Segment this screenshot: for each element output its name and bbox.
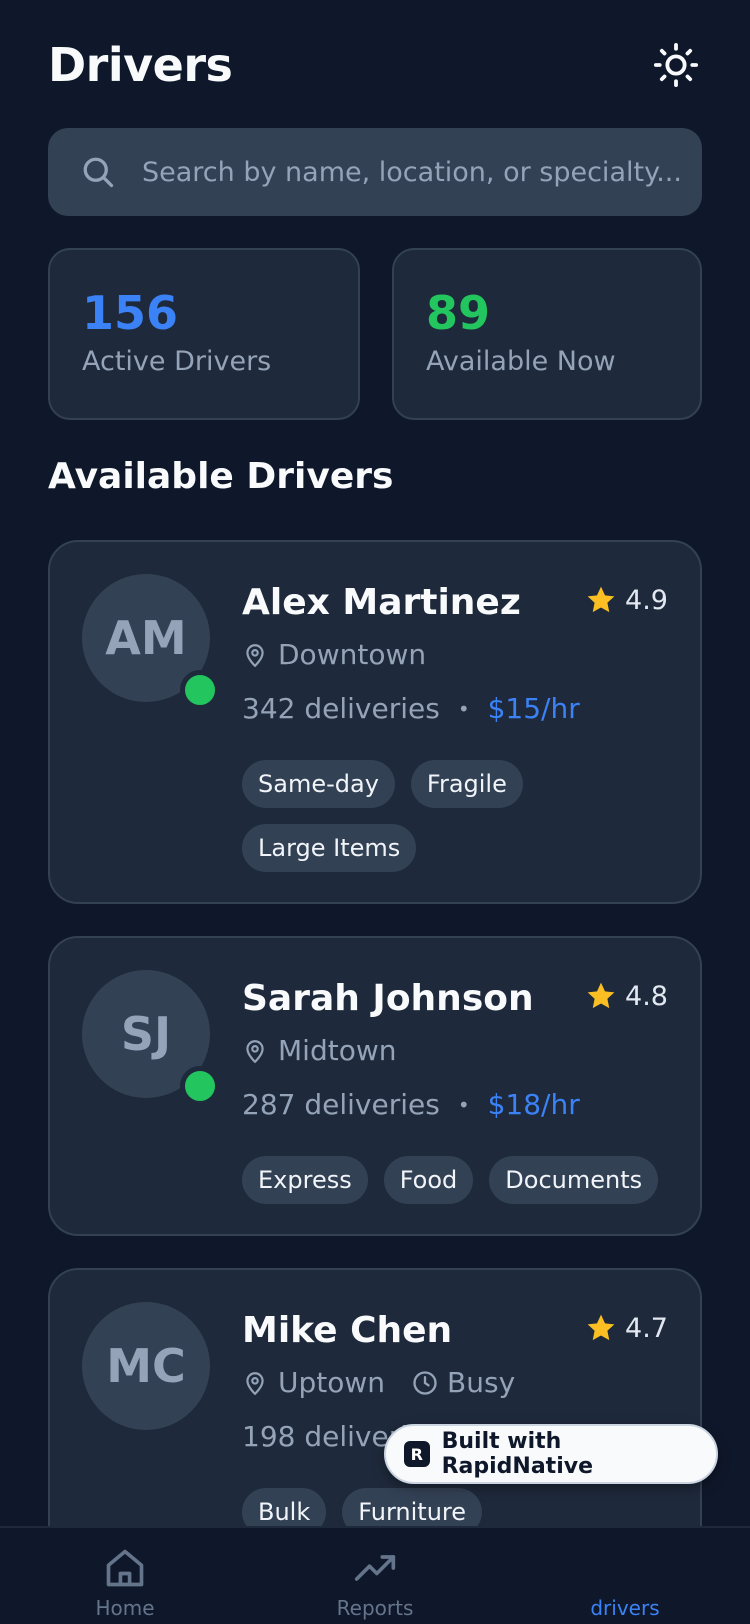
driver-rating: 4.8 bbox=[585, 980, 668, 1012]
stat-card-active-drivers: 156 Active Drivers bbox=[48, 248, 360, 420]
search-bar[interactable] bbox=[48, 128, 702, 216]
built-with-badge[interactable]: R Built with RapidNative bbox=[384, 1424, 718, 1484]
driver-card[interactable]: MC Mike Chen 4.7 Uptown Busy 198 deliver… bbox=[48, 1268, 702, 1568]
driver-stats: 198 deliveri bbox=[242, 1420, 408, 1453]
section-title: Available Drivers bbox=[48, 456, 394, 497]
tab-label: Reports bbox=[336, 1596, 414, 1620]
driver-location: Downtown bbox=[242, 638, 426, 671]
stat-label: Active Drivers bbox=[82, 346, 272, 377]
separator-dot: • bbox=[457, 696, 470, 721]
driver-location: Midtown bbox=[242, 1034, 396, 1067]
driver-name: Mike Chen bbox=[242, 1310, 453, 1351]
stat-value: 156 bbox=[82, 286, 179, 340]
star-icon bbox=[587, 1314, 615, 1341]
rapidnative-logo-icon: R bbox=[404, 1441, 430, 1467]
stat-label: Available Now bbox=[426, 346, 616, 377]
search-input[interactable] bbox=[142, 156, 682, 188]
driver-rating: 4.7 bbox=[585, 1312, 668, 1344]
driver-name: Alex Martinez bbox=[242, 582, 521, 623]
driver-location: Uptown Busy bbox=[242, 1366, 515, 1399]
map-pin-icon bbox=[246, 1371, 264, 1395]
bottom-tab-bar: Home Reports drivers bbox=[0, 1526, 750, 1624]
stat-card-available-now: 89 Available Now bbox=[392, 248, 702, 420]
specialty-tag: Large Items bbox=[242, 824, 417, 872]
hourly-rate: $18/hr bbox=[487, 1088, 580, 1121]
avatar: MC bbox=[82, 1302, 210, 1430]
status-label: Busy bbox=[447, 1366, 516, 1399]
deliveries-count: 198 deliveri bbox=[242, 1420, 408, 1453]
map-pin-icon bbox=[246, 643, 264, 667]
location-label: Uptown bbox=[278, 1366, 386, 1399]
driver-card[interactable]: SJ Sarah Johnson 4.8 Midtown 287 deliver… bbox=[48, 936, 702, 1236]
deliveries-count: 287 deliveries bbox=[242, 1088, 440, 1121]
tab-drivers[interactable]: drivers bbox=[500, 1528, 750, 1624]
tab-icon-placeholder bbox=[603, 1546, 647, 1590]
specialty-tag: Fragile bbox=[410, 760, 523, 808]
sun-icon bbox=[653, 42, 699, 88]
deliveries-count: 342 deliveries bbox=[242, 692, 440, 725]
rating-value: 4.7 bbox=[625, 1312, 668, 1344]
online-indicator bbox=[180, 1066, 220, 1106]
location-label: Midtown bbox=[278, 1034, 397, 1067]
driver-card[interactable]: AM Alex Martinez 4.9 Downtown 342 delive… bbox=[48, 540, 702, 904]
theme-toggle-button[interactable] bbox=[650, 39, 702, 91]
map-pin-icon bbox=[246, 1039, 264, 1063]
search-icon bbox=[83, 157, 114, 188]
home-icon bbox=[106, 1549, 144, 1587]
star-icon bbox=[587, 586, 615, 613]
trending-up-icon bbox=[354, 1555, 396, 1581]
specialty-tag: Food bbox=[383, 1156, 474, 1204]
tab-label: drivers bbox=[590, 1596, 660, 1620]
stat-value: 89 bbox=[426, 286, 491, 340]
online-indicator bbox=[180, 670, 220, 710]
hourly-rate: $15/hr bbox=[487, 692, 580, 725]
tab-reports[interactable]: Reports bbox=[250, 1528, 500, 1624]
specialty-tags: Express Food Documents bbox=[242, 1156, 692, 1204]
driver-stats: 287 deliveries • $18/hr bbox=[242, 1088, 580, 1121]
page-title: Drivers bbox=[48, 38, 233, 92]
tab-home[interactable]: Home bbox=[0, 1528, 250, 1624]
separator-dot: • bbox=[457, 1092, 470, 1117]
specialty-tags: Same-day Fragile Large Items bbox=[242, 760, 682, 872]
tab-label: Home bbox=[95, 1596, 155, 1620]
badge-label: Built with RapidNative bbox=[441, 1429, 593, 1479]
busy-status: Busy bbox=[411, 1366, 515, 1399]
star-icon bbox=[587, 982, 615, 1009]
header: Drivers bbox=[48, 30, 702, 100]
specialty-tag: Same-day bbox=[242, 760, 395, 808]
location-label: Downtown bbox=[278, 638, 427, 671]
driver-stats: 342 deliveries • $15/hr bbox=[242, 692, 580, 725]
driver-name: Sarah Johnson bbox=[242, 978, 534, 1019]
specialty-tag: Express bbox=[242, 1156, 368, 1204]
rating-value: 4.8 bbox=[625, 980, 668, 1012]
rating-value: 4.9 bbox=[625, 584, 668, 616]
driver-rating: 4.9 bbox=[585, 584, 668, 616]
specialty-tag: Documents bbox=[489, 1156, 659, 1204]
clock-icon bbox=[413, 1370, 437, 1395]
